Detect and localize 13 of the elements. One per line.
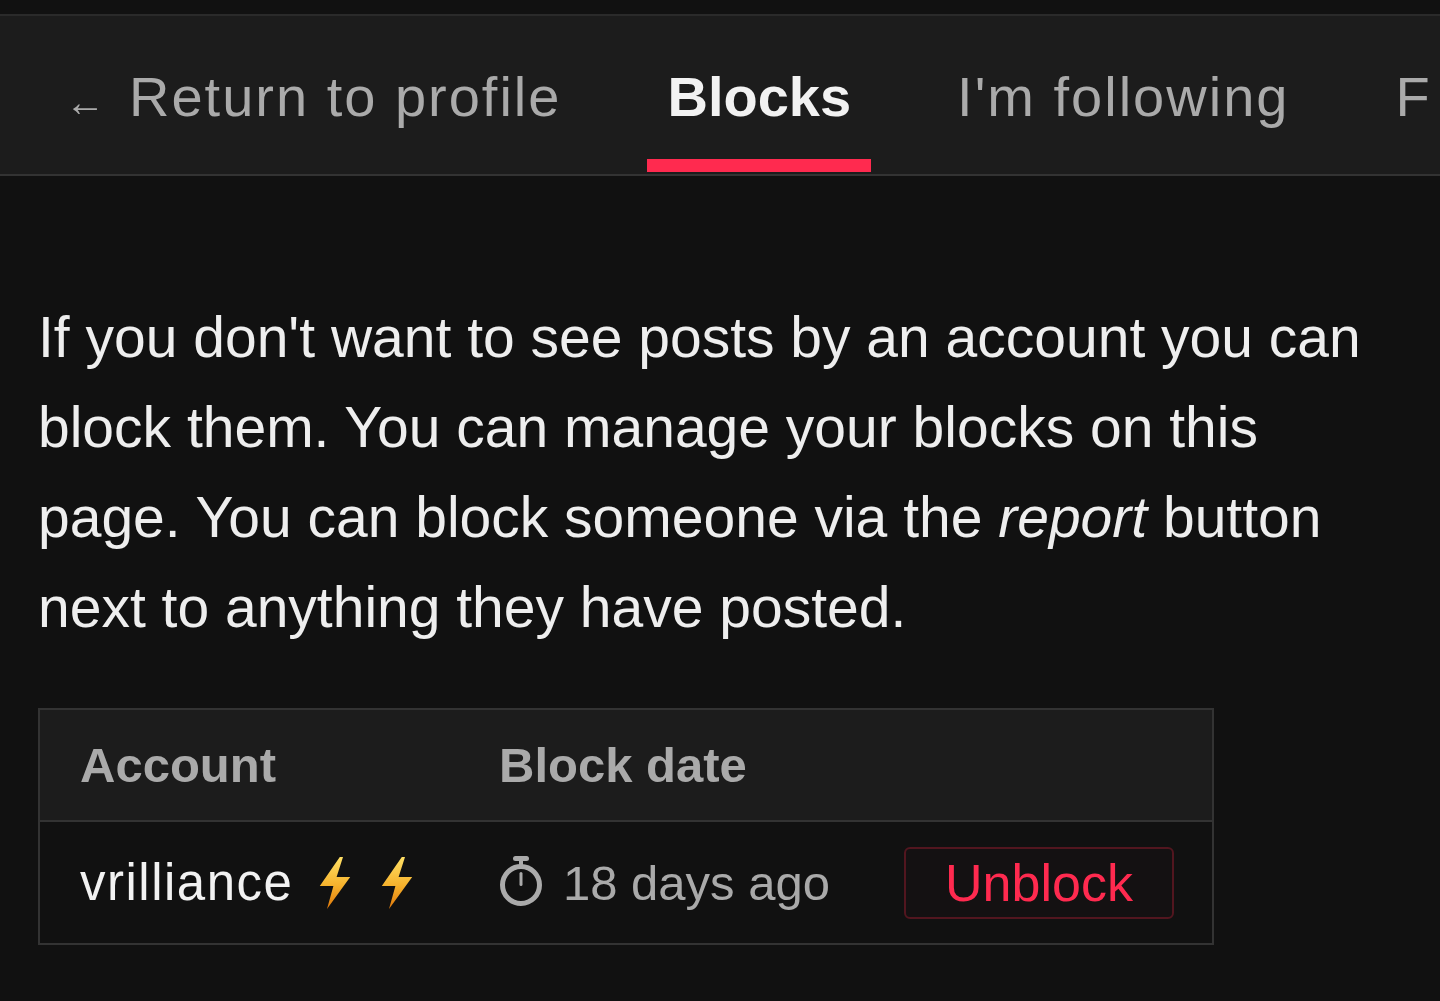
intro-text: If you don't want to see posts by an account you can block them. You can manage your blocks on this page. You can block someone via the report button next to anything they have posted. xyxy=(38,304,1362,641)
column-header: Account xyxy=(79,737,277,793)
tab[interactable]: Blocks xyxy=(647,16,872,172)
tab[interactable]: ← Return to profile xyxy=(45,16,582,172)
block-date: 18 days ago xyxy=(563,854,830,911)
lightning-icon xyxy=(381,856,414,909)
account-link[interactable]: vrilliance xyxy=(80,853,294,912)
tab[interactable]: I'm following xyxy=(937,16,1310,172)
lightning-icon xyxy=(319,856,352,909)
column-header: Block date xyxy=(498,737,748,793)
stopwatch-icon xyxy=(499,855,543,906)
unblock-button[interactable]: Unblock xyxy=(904,846,1174,919)
tab[interactable]: F xyxy=(1375,16,1440,172)
